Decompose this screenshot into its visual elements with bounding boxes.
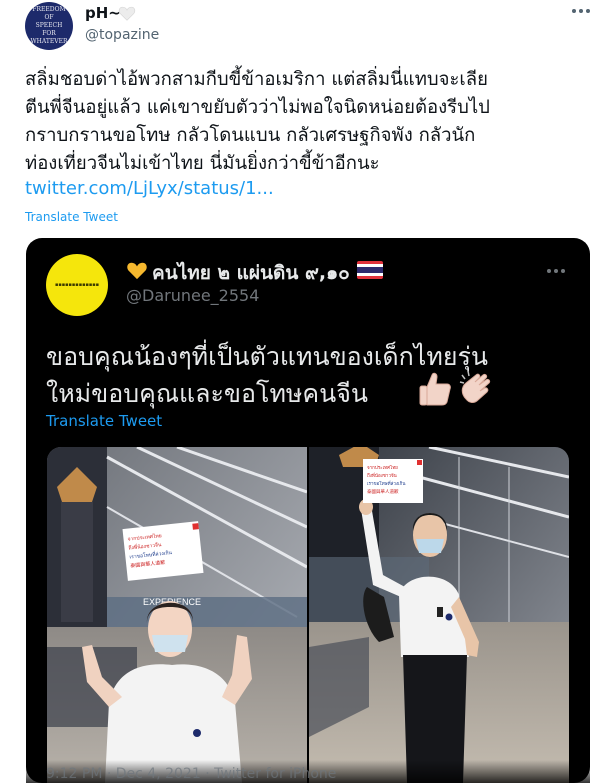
quoted-author-handle[interactable]: @Darunee_2554 [126, 286, 259, 305]
quoted-more-options-icon[interactable] [547, 266, 567, 276]
quoted-translate-tweet-link[interactable]: Translate Tweet [46, 412, 162, 430]
avatar-text: FREEDOM [32, 6, 66, 13]
sign-text-line: จากประเทศไทย [367, 465, 398, 471]
translate-tweet-link[interactable]: Translate Tweet [25, 210, 118, 224]
quoted-text-line: ขอบคุณน้องๆที่เป็นตัวแทนของเด็กไทยรุ่น [46, 342, 489, 371]
quoted-tweet-card[interactable]: ▪▪▪▪▪▪▪▪▪▪▪▪▪ คนไทย ๒ แผ่นดิน ๙,๑๐ @Daru… [26, 238, 590, 783]
author-display-name[interactable]: pH~ [85, 4, 121, 22]
tweet-text-line: กราบกรานขอโทษ กลัวโดนแบน กลัวเศรษฐกิจพัง… [25, 125, 476, 146]
author-avatar[interactable]: FREEDOM OF SPEECH FOR WHATEVER [25, 2, 73, 50]
tweet-text-line: ตีนพี่จีนอยู่แล้ว แค่เขาขยับตัวว่าไม่พอใ… [25, 97, 490, 118]
clapping-hands-icon [459, 370, 491, 403]
thumbs-up-icon [419, 372, 451, 406]
avatar-text: WHATEVER [30, 38, 68, 45]
author-handle[interactable]: @topazine [85, 27, 159, 43]
tweet-text: สลิ่มชอบด่าไอ้พวกสามกีบขี้ข้าอเมริกา แต่… [25, 66, 595, 178]
quoted-tweet-text: ขอบคุณน้องๆที่เป็นตัวแทนของเด็กไทยรุ่น ใ… [46, 338, 576, 412]
avatar-text: OF [44, 14, 54, 21]
quoted-text-line: ใหม่ขอบคุณและขอโทษคนจีน [46, 379, 368, 408]
photo-man-holding-sign[interactable]: จากประเทศไทย ถึงพี่น้องชาวจีน เราขอโทษที… [309, 447, 569, 783]
thailand-flag-icon [357, 261, 383, 279]
quoted-author-avatar[interactable]: ▪▪▪▪▪▪▪▪▪▪▪▪▪ [46, 254, 108, 316]
tweet-text-line: สลิ่มชอบด่าไอ้พวกสามกีบขี้ข้าอเมริกา แต่… [25, 69, 488, 90]
quoted-author-name-text: คนไทย ๒ แผ่นดิน ๙,๑๐ [152, 262, 350, 284]
sign-text-line: ถึงพี่น้องชาวจีน [367, 472, 397, 479]
more-options-icon[interactable] [572, 6, 590, 16]
avatar-text: SPEECH [35, 22, 63, 29]
tweet-text-line: ท่องเที่ยวจีนไม่เข้าไทย นี่มันยิ่งกว่าขี… [25, 153, 380, 174]
white-heart-icon [118, 6, 136, 21]
sign-text-line: เราขอโทษที่ล่วงเกิน [367, 480, 405, 487]
tweet-link[interactable]: twitter.com/LjLyx/status/1... [25, 178, 274, 199]
tweet: FREEDOM OF SPEECH FOR WHATEVER pH~ @topa… [0, 0, 609, 783]
photo-woman-holding-sign[interactable]: EXPERIENCE จากประเทศไทย ถึงพี่น้องชาวจีน… [47, 447, 307, 783]
sign-text-line: 泰國與華人道歉 [367, 488, 399, 495]
quoted-author-display-name[interactable]: คนไทย ๒ แผ่นดิน ๙,๑๐ [126, 258, 350, 288]
quoted-tweet-timestamp: 9:12 PM · Dec 4, 2021 · Twitter for iPho… [46, 766, 337, 782]
avatar-text: FOR [42, 30, 56, 37]
